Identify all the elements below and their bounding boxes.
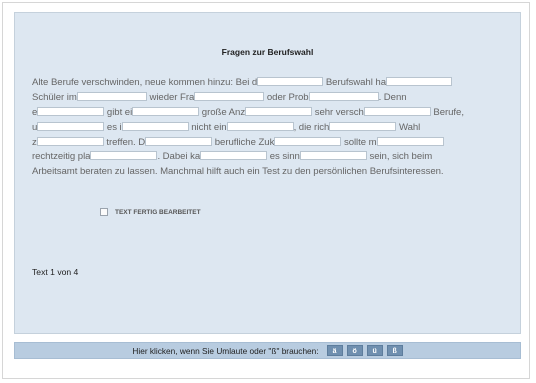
cloze-line: Alte Berufe verschwinden, neue kommen hi… [32,76,512,91]
text-segment: Wahl [396,121,421,133]
text-segment: sein, sich beim [366,151,433,163]
gap-input[interactable] [200,151,268,161]
cloze-line: z treffen. D berufliche Zuk sollte m [32,136,512,151]
gap-input[interactable] [376,136,444,146]
cloze-line: e gibt ei große Anz sehr versch Berufe, [32,106,512,121]
text-segment: nicht ein [188,121,227,133]
gap-input[interactable] [385,77,452,86]
text-segment: Arbeitsamt beraten zu lassen. Manchmal h… [32,166,444,178]
gap-input[interactable] [245,106,313,116]
eszett-button[interactable]: ß [386,345,403,356]
gap-input[interactable] [363,106,431,116]
cloze-line: Arbeitsamt beraten zu lassen. Manchmal h… [32,165,512,180]
text-pager: Text 1 von 4 [32,267,79,277]
gap-input[interactable] [226,121,294,131]
gap-input[interactable] [37,121,105,131]
cloze-line: rechtzeitig pla . Dabei ka es sinn sein, … [32,150,512,165]
text-segment: wieder Fra [146,91,195,103]
gap-input[interactable] [36,136,104,146]
text-segment: oder Prob [264,91,309,103]
gap-input[interactable] [257,77,324,86]
text-segment: Alte Berufe verschwinden, neue kommen hi… [32,77,258,88]
page-frame: Fragen zur Berufswahl Alte Berufe versch… [2,2,530,379]
text-segment: rechtzeitig pla [32,151,91,163]
gap-input[interactable] [308,91,379,101]
gap-input[interactable] [76,91,147,101]
text-segment: berufliche Zuk [212,136,275,148]
umlaut-u-button[interactable]: ü [366,345,383,356]
gap-input[interactable] [90,151,158,161]
finished-checkbox-row[interactable]: TEXT FERTIG BEARBEITET [100,208,201,216]
text-segment: gibt ei [104,106,133,118]
gap-input[interactable] [329,121,397,131]
umlaut-o-button[interactable]: ö [346,345,363,356]
text-segment: große Anz [199,106,246,118]
text-segment: Berufe, [430,106,464,118]
text-segment: Schüler im [32,91,77,103]
cloze-text: Alte Berufe verschwinden, neue kommen hi… [32,76,512,180]
gap-input[interactable] [274,136,342,146]
text-segment: , die rich [293,121,330,133]
text-segment: . Dabei ka [157,151,201,163]
exercise-panel: Fragen zur Berufswahl Alte Berufe versch… [14,12,521,334]
gap-input[interactable] [121,121,189,131]
text-segment: treffen. D [103,136,146,148]
text-segment: sollte m [341,136,377,148]
exercise-title: Fragen zur Berufswahl [221,47,314,57]
gap-input[interactable] [37,106,105,116]
umlaut-bar: Hier klicken, wenn Sie Umlaute oder "ß" … [14,342,521,359]
text-segment: . Denn [378,91,407,103]
text-segment: sehr versch [312,106,364,118]
finished-checkbox-label: TEXT FERTIG BEARBEITET [115,208,201,216]
text-segment: es sinn [267,151,300,163]
gap-input[interactable] [194,91,265,101]
text-segment: es i [104,121,122,133]
cloze-line: Schüler im wieder Fra oder Prob . Denn [32,91,512,106]
cloze-line: u es i nicht ein, die rich Wahl [32,121,512,136]
gap-input[interactable] [132,106,200,116]
gap-input[interactable] [299,151,367,161]
umlaut-a-button[interactable]: ä [326,345,343,356]
finished-checkbox[interactable] [100,208,108,216]
text-segment: Berufswahl ha [323,77,386,88]
gap-input[interactable] [145,136,213,146]
umlaut-bar-label: Hier klicken, wenn Sie Umlaute oder "ß" … [132,345,319,356]
